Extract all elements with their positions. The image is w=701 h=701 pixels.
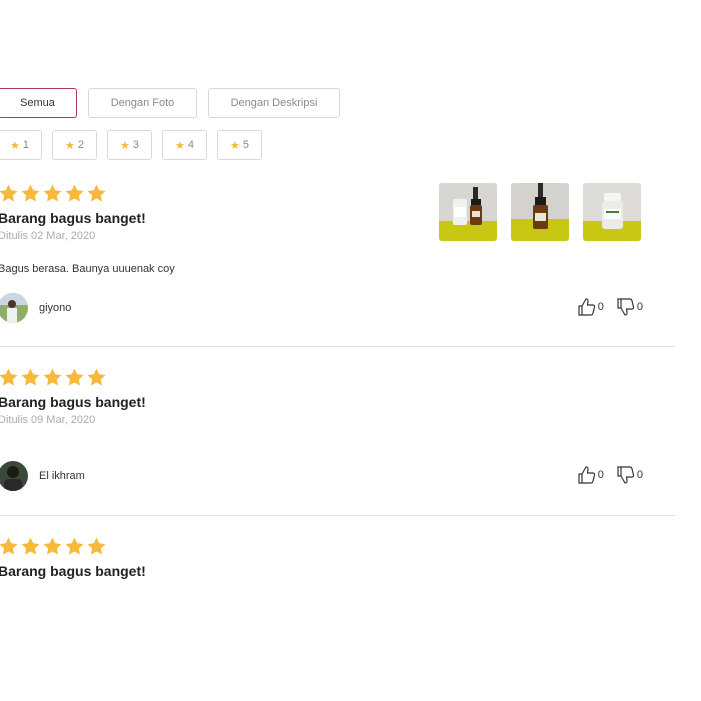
star-icon <box>0 184 18 202</box>
star-icon <box>65 184 84 202</box>
rating-stars <box>0 536 675 557</box>
star-icon: ★ <box>65 139 75 152</box>
star-icon <box>87 184 106 202</box>
star-icon <box>87 368 106 386</box>
review-card: Barang bagus banget! Ditulis 02 Mar, 202… <box>0 183 675 333</box>
star-icon <box>43 368 62 386</box>
rating-filter-1[interactable]: ★ 1 <box>0 130 42 160</box>
filter-tab-semua[interactable]: Semua <box>0 88 77 118</box>
star-icon <box>43 537 62 555</box>
author-name: giyono <box>39 302 72 314</box>
star-icon: ★ <box>120 139 130 152</box>
rating-filter-3[interactable]: ★ 3 <box>107 130 152 160</box>
review-author[interactable]: El ikhram <box>0 461 85 491</box>
star-icon <box>0 537 18 555</box>
star-icon <box>87 537 106 555</box>
divider <box>0 346 675 347</box>
review-card: Barang bagus banget! Ditulis 09 Mar, 202… <box>0 367 675 507</box>
review-author[interactable]: giyono <box>0 293 71 323</box>
star-icon <box>65 368 84 386</box>
review-votes: 0 0 <box>577 297 643 317</box>
star-icon <box>21 184 40 202</box>
avatar[interactable] <box>0 293 28 323</box>
rating-filter-2[interactable]: ★ 2 <box>52 130 97 160</box>
dislike-count: 0 <box>636 301 643 313</box>
like-count: 0 <box>597 469 604 481</box>
review-title: Barang bagus banget! <box>0 563 146 579</box>
rating-stars <box>0 367 675 388</box>
star-icon <box>65 537 84 555</box>
thumbs-up-icon <box>578 298 595 316</box>
review-date: Ditulis 09 Mar, 2020 <box>0 414 96 426</box>
dislike-button[interactable]: 0 <box>616 297 643 317</box>
rating-filter-5[interactable]: ★ 5 <box>217 130 262 160</box>
star-icon: ★ <box>175 139 185 152</box>
review-photo[interactable] <box>439 183 497 241</box>
filter-tab-dengan-foto[interactable]: Dengan Foto <box>88 88 197 118</box>
star-icon: ★ <box>10 139 20 152</box>
author-name: El ikhram <box>39 470 85 482</box>
thumbs-down-icon <box>617 298 635 316</box>
review-photo[interactable] <box>583 183 641 241</box>
star-icon <box>43 184 62 202</box>
review-card: Barang bagus banget! <box>0 536 675 596</box>
star-icon: ★ <box>230 139 240 152</box>
filter-tab-dengan-deskripsi[interactable]: Dengan Deskripsi <box>208 88 340 118</box>
like-button[interactable]: 0 <box>577 297 604 317</box>
filter-tabs: Semua Dengan Foto Dengan Deskripsi <box>0 88 340 118</box>
review-photo[interactable] <box>511 183 569 241</box>
divider <box>0 515 675 516</box>
star-icon <box>21 368 40 386</box>
review-body: Bagus berasa. Baunya uuuenak coy <box>0 263 175 275</box>
thumbs-up-icon <box>578 466 595 484</box>
dislike-count: 0 <box>636 469 643 481</box>
review-photos <box>439 183 641 241</box>
star-icon <box>0 368 18 386</box>
star-icon <box>21 537 40 555</box>
like-button[interactable]: 0 <box>577 465 604 485</box>
thumbs-down-icon <box>617 466 635 484</box>
like-count: 0 <box>597 301 604 313</box>
avatar[interactable] <box>0 461 28 491</box>
dislike-button[interactable]: 0 <box>616 465 643 485</box>
rating-filter: ★ 1 ★ 2 ★ 3 ★ 4 ★ 5 <box>0 130 262 160</box>
review-votes: 0 0 <box>577 465 643 485</box>
rating-filter-4[interactable]: ★ 4 <box>162 130 207 160</box>
review-title: Barang bagus banget! <box>0 394 146 410</box>
